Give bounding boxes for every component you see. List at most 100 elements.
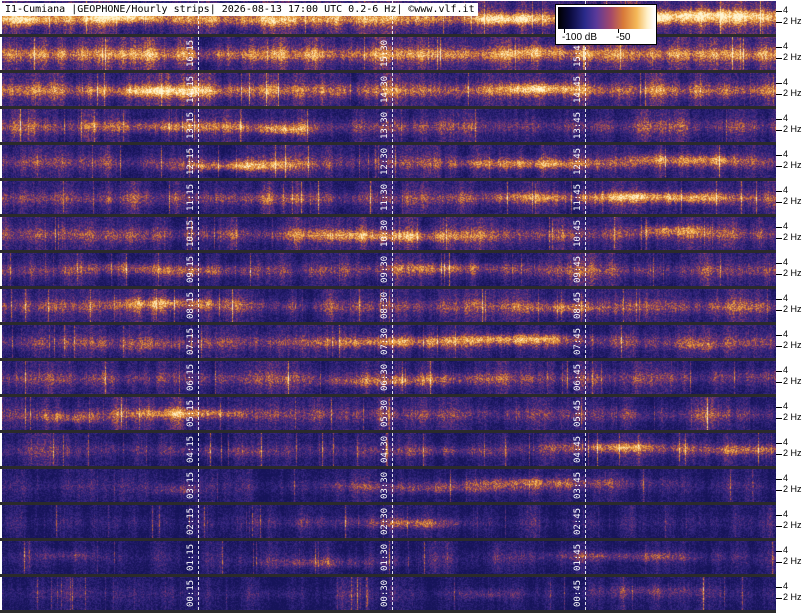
quarter-hour-line <box>585 577 586 610</box>
axis-tick <box>776 526 782 527</box>
axis-tick <box>776 587 782 588</box>
time-label: 05:45 <box>573 399 583 427</box>
axis-tick <box>776 119 782 120</box>
quarter-hour-line <box>585 73 586 106</box>
quarter-hour-line <box>198 469 199 502</box>
spectrogram-strip: 09:15 09:30 09:45 <box>2 253 776 286</box>
quarter-hour-line <box>585 541 586 574</box>
quarter-hour-line <box>585 253 586 286</box>
colorbar-min-label: -100 dB <box>562 32 598 43</box>
time-label: 06:30 <box>380 363 390 391</box>
time-label: 08:45 <box>573 291 583 319</box>
axis-label-2hz: 2 Hz <box>783 304 802 314</box>
axis-label-2hz: 2 Hz <box>783 52 802 62</box>
time-label: 10:15 <box>186 219 196 247</box>
spectrogram-strip: 07:15 07:30 07:45 <box>2 325 776 358</box>
spectrogram-strip: 01:15 01:30 01:45 <box>2 541 776 574</box>
axis-tick <box>776 227 782 228</box>
axis-tick <box>776 562 782 563</box>
time-label: 15:30 <box>380 39 390 67</box>
quarter-hour-line <box>585 505 586 538</box>
axis-label-2hz: 2 Hz <box>783 412 802 422</box>
time-label: 11:15 <box>186 183 196 211</box>
axis-tick <box>776 47 782 48</box>
axis-label-2hz: 2 Hz <box>783 88 802 98</box>
time-label: 10:45 <box>573 219 583 247</box>
axis-label-2hz: 2 Hz <box>783 484 802 494</box>
axis-tick <box>776 22 782 23</box>
time-label: 01:45 <box>573 543 583 571</box>
time-label: 06:15 <box>186 363 196 391</box>
time-label: 00:15 <box>186 579 196 607</box>
time-label: 12:30 <box>380 147 390 175</box>
axis-label-4: 4 <box>783 545 789 555</box>
spectrogram-strip: 03:15 03:30 03:45 <box>2 469 776 502</box>
quarter-hour-line <box>198 181 199 214</box>
axis-tick <box>776 202 782 203</box>
quarter-hour-line <box>198 37 199 70</box>
time-label: 05:15 <box>186 399 196 427</box>
axis-label-4: 4 <box>783 185 789 195</box>
axis-label-4: 4 <box>783 509 789 519</box>
quarter-hour-line <box>392 109 393 142</box>
axis-tick <box>776 263 782 264</box>
quarter-hour-line <box>585 217 586 250</box>
quarter-hour-line <box>392 289 393 322</box>
axis-tick <box>776 83 782 84</box>
quarter-hour-line <box>585 469 586 502</box>
quarter-hour-line <box>585 289 586 322</box>
spectrogram-title: I1-Cumiana |GEOPHONE/Hourly strips| 2026… <box>2 3 478 16</box>
axis-tick <box>776 382 782 383</box>
spectrogram-strip: 06:15 06:30 06:45 <box>2 361 776 394</box>
spectrogram-strip: 12:15 12:30 12:45 <box>2 145 776 178</box>
axis-tick <box>776 130 782 131</box>
axis-tick <box>776 479 782 480</box>
quarter-hour-line <box>392 469 393 502</box>
time-label: 00:45 <box>573 579 583 607</box>
axis-label-4: 4 <box>783 221 789 231</box>
spectrogram-strip: 04:15 04:30 04:45 <box>2 433 776 466</box>
quarter-hour-line <box>392 361 393 394</box>
quarter-hour-line <box>198 253 199 286</box>
time-label: 13:30 <box>380 111 390 139</box>
colorbar-gradient <box>558 7 654 29</box>
axis-label-4: 4 <box>783 401 789 411</box>
axis-tick <box>776 515 782 516</box>
axis-label-2hz: 2 Hz <box>783 340 802 350</box>
axis-tick <box>776 238 782 239</box>
time-label: 04:30 <box>380 435 390 463</box>
axis-tick <box>776 454 782 455</box>
quarter-hour-line <box>198 217 199 250</box>
spectrogram-strip: 05:15 05:30 05:45 <box>2 397 776 430</box>
axis-label-4: 4 <box>783 5 789 15</box>
axis-tick <box>776 299 782 300</box>
axis-label-2hz: 2 Hz <box>783 124 802 134</box>
axis-label-4: 4 <box>783 41 789 51</box>
time-label: 13:45 <box>573 111 583 139</box>
axis-label-4: 4 <box>783 149 789 159</box>
time-label: 07:15 <box>186 327 196 355</box>
time-label: 04:15 <box>186 435 196 463</box>
quarter-hour-line <box>198 109 199 142</box>
quarter-hour-line <box>392 37 393 70</box>
axis-label-2hz: 2 Hz <box>783 376 802 386</box>
time-label: 08:15 <box>186 291 196 319</box>
axis-label-2hz: 2 Hz <box>783 232 802 242</box>
spectrogram-strip: 11:15 11:30 11:45 <box>2 181 776 214</box>
time-label: 02:30 <box>380 507 390 535</box>
quarter-hour-line <box>585 109 586 142</box>
quarter-hour-line <box>585 325 586 358</box>
frequency-axis: 42 Hz 4 2 Hz 4 2 Hz 4 2 Hz 4 2 Hz 4 2 Hz 4 2 Hz 4 2 Hz… <box>776 0 812 611</box>
quarter-hour-line <box>392 433 393 466</box>
time-label: 03:15 <box>186 471 196 499</box>
axis-label-4: 4 <box>783 113 789 123</box>
quarter-hour-line <box>392 181 393 214</box>
spectrogram-strip: 14:15 14:30 14:45 <box>2 73 776 106</box>
quarter-hour-line <box>198 433 199 466</box>
quarter-hour-line <box>392 505 393 538</box>
quarter-hour-line <box>198 577 199 610</box>
time-label: 00:30 <box>380 579 390 607</box>
axis-tick <box>776 418 782 419</box>
spectrogram-strip: 13:15 13:30 13:45 <box>2 109 776 142</box>
quarter-hour-line <box>392 253 393 286</box>
